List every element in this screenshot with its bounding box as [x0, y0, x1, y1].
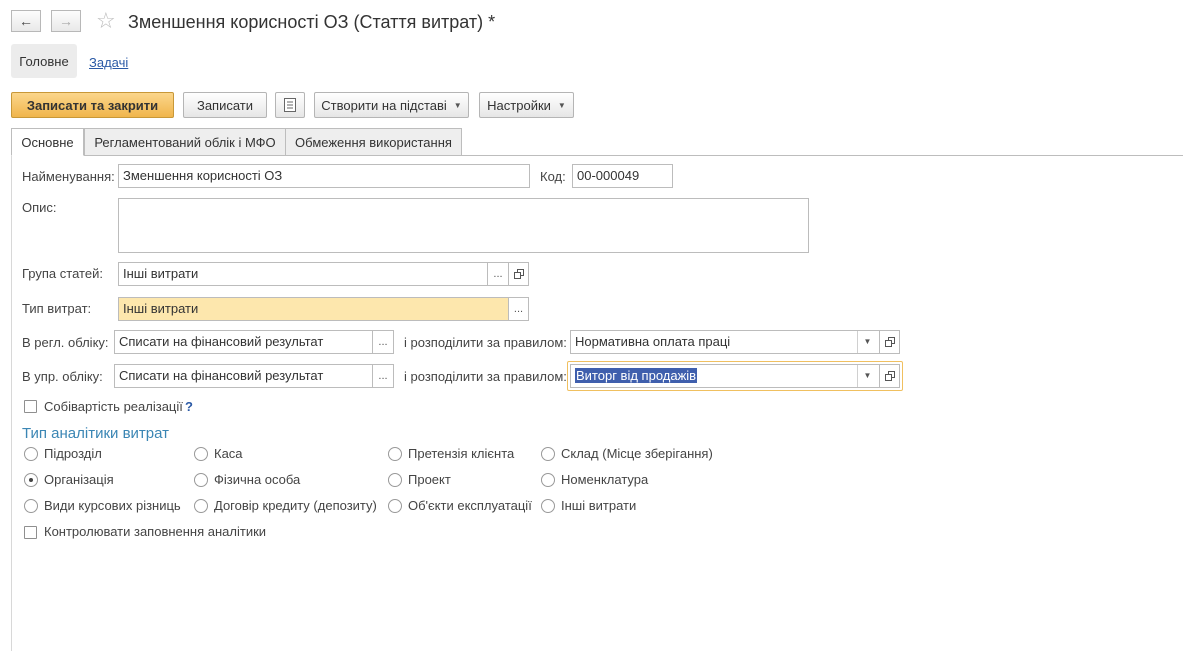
page-title: Зменшення корисності ОЗ (Стаття витрат) … [128, 12, 496, 32]
open-window-icon [884, 337, 895, 347]
name-field[interactable]: Зменшення корисності ОЗ [118, 164, 530, 188]
group-select-button[interactable]: ... [487, 262, 509, 286]
code-label: Код: [540, 169, 566, 184]
reg-accounting-select-button[interactable]: ... [372, 330, 394, 354]
control-analytics-label: Контролювати заповнення аналітики [44, 524, 267, 539]
code-field[interactable]: 00-000049 [572, 164, 673, 188]
save-button[interactable]: Записати [183, 92, 267, 118]
expense-type-select-button[interactable]: ... [508, 297, 529, 321]
mgmt-rule-dropdown[interactable]: Виторг від продажів ▼ [570, 364, 880, 388]
description-label: Опис: [22, 200, 57, 215]
radio-warehouse[interactable] [541, 447, 555, 461]
mgmt-rule-value: Виторг від продажів [575, 368, 698, 383]
tab-main[interactable]: Головне [11, 44, 77, 78]
name-label: Найменування: [22, 169, 115, 184]
radio-label: Об'єкти експлуатації [408, 498, 532, 513]
group-label: Група статей: [22, 266, 103, 281]
group-field[interactable]: Інші витрати [118, 262, 488, 286]
settings-label: Настройки [487, 97, 551, 113]
expense-type-label: Тип витрат: [22, 301, 92, 316]
radio-exchange-differences[interactable] [24, 499, 38, 513]
reg-accounting-label: В регл. обліку: [22, 335, 109, 350]
list-button[interactable] [275, 92, 305, 118]
group-open-button[interactable] [508, 262, 529, 286]
mgmt-accounting-select-button[interactable]: ... [372, 364, 394, 388]
radio-label: Договір кредиту (депозиту) [214, 498, 377, 513]
form-left-border [11, 156, 12, 651]
radio-individual[interactable] [194, 473, 208, 487]
back-button[interactable]: ← [11, 10, 41, 32]
radio-label: Організація [44, 472, 114, 487]
expense-type-field[interactable]: Інші витрати [118, 297, 509, 321]
tab-regulated-accounting[interactable]: Регламентований облік і МФО [84, 128, 286, 156]
star-icon[interactable]: ☆ [96, 8, 116, 34]
tasks-link[interactable]: Задачі [89, 55, 128, 70]
radio-label: Каса [214, 446, 243, 461]
radio-operation-objects[interactable] [388, 499, 402, 513]
control-analytics-checkbox[interactable] [24, 526, 37, 539]
ellipsis-icon: ... [378, 370, 388, 382]
mgmt-accounting-field[interactable]: Списати на фінансовий результат [114, 364, 373, 388]
ellipsis-icon: ... [493, 268, 503, 280]
arrow-left-icon: ← [19, 13, 33, 29]
radio-nomenclature[interactable] [541, 473, 555, 487]
help-icon[interactable]: ? [185, 399, 193, 414]
chevron-down-icon[interactable]: ▼ [857, 331, 877, 353]
create-based-on-button[interactable]: Створити на підставі ▼ [314, 92, 469, 118]
radio-label: Інші витрати [561, 498, 637, 513]
radio-organization[interactable] [24, 473, 38, 487]
create-based-on-label: Створити на підставі [321, 97, 447, 113]
radio-label: Підрозділ [44, 446, 102, 461]
open-window-icon [884, 371, 895, 381]
analytics-section-title: Тип аналітики витрат [22, 425, 170, 442]
radio-credit-agreement[interactable] [194, 499, 208, 513]
cost-of-sales-checkbox[interactable] [24, 400, 37, 413]
settings-button[interactable]: Настройки ▼ [479, 92, 574, 118]
radio-client-claim[interactable] [388, 447, 402, 461]
open-window-icon [513, 269, 524, 279]
radio-label: Склад (Місце зберігання) [561, 446, 713, 461]
description-field[interactable] [118, 198, 809, 253]
cost-of-sales-label: Собівартість реалізації [44, 399, 183, 414]
ellipsis-icon: ... [513, 303, 524, 315]
radio-division[interactable] [24, 447, 38, 461]
reg-rule-value: Нормативна оплата праці [575, 334, 731, 349]
mgmt-rule-open-button[interactable] [879, 364, 900, 388]
radio-other-expenses[interactable] [541, 499, 555, 513]
chevron-down-icon[interactable]: ▼ [857, 365, 877, 387]
arrow-right-icon: → [59, 13, 73, 29]
reg-accounting-field[interactable]: Списати на фінансовий результат [114, 330, 373, 354]
tab-usage-restrictions[interactable]: Обмеження використання [285, 128, 462, 156]
radio-cash[interactable] [194, 447, 208, 461]
mgmt-accounting-label: В упр. обліку: [22, 369, 103, 384]
radio-label: Види курсових різниць [44, 498, 181, 513]
radio-label: Претензія клієнта [408, 446, 515, 461]
mgmt-rule-label: і розподілити за правилом: [404, 369, 567, 384]
radio-label: Фізична особа [214, 472, 301, 487]
chevron-down-icon: ▼ [557, 100, 566, 110]
tab-basic[interactable]: Основне [11, 128, 84, 156]
list-icon [284, 98, 296, 112]
reg-rule-open-button[interactable] [879, 330, 900, 354]
radio-label: Номенклатура [561, 472, 649, 487]
reg-rule-label: і розподілити за правилом: [404, 335, 567, 350]
reg-rule-dropdown[interactable]: Нормативна оплата праці ▼ [570, 330, 880, 354]
save-and-close-button[interactable]: Записати та закрити [11, 92, 174, 118]
chevron-down-icon: ▼ [453, 100, 462, 110]
radio-project[interactable] [388, 473, 402, 487]
radio-label: Проект [408, 472, 451, 487]
forward-button[interactable]: → [51, 10, 81, 32]
ellipsis-icon: ... [378, 336, 388, 348]
